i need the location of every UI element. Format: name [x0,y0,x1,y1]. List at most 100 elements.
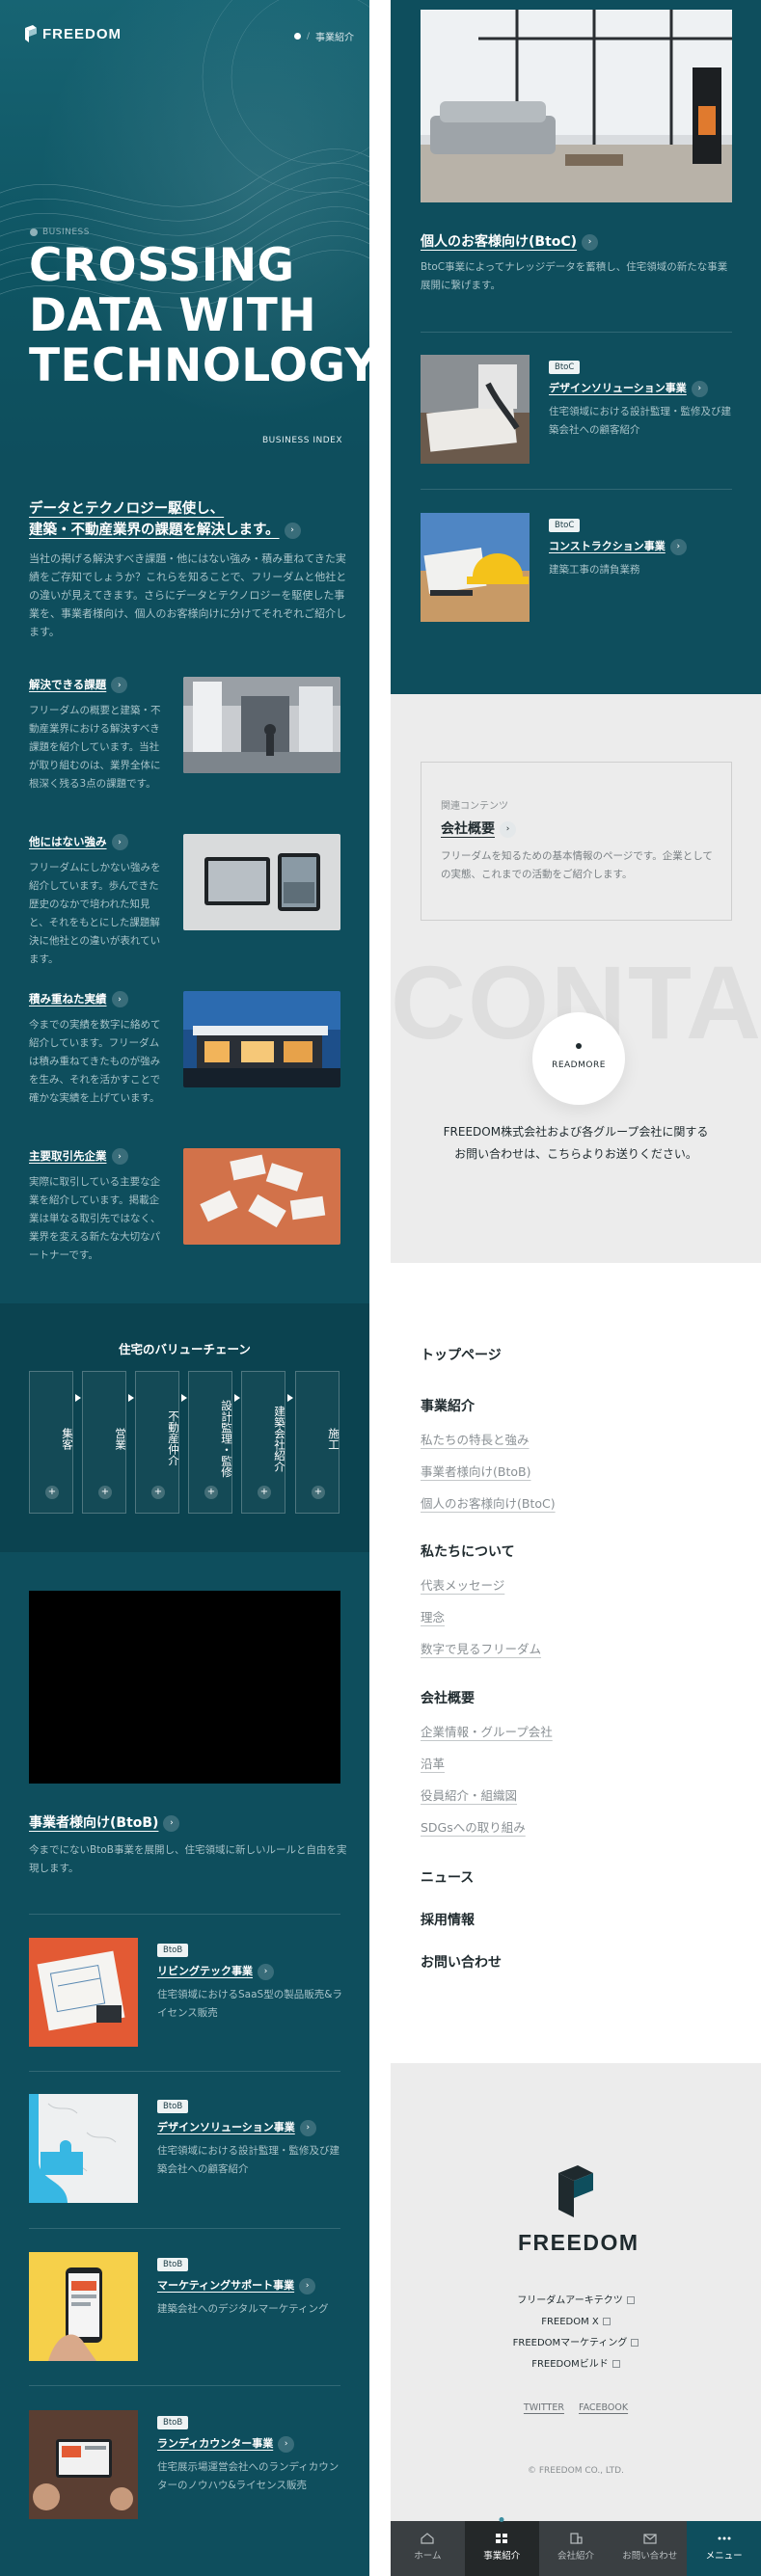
arrow-right-icon[interactable]: › [111,1148,128,1165]
nav-top[interactable]: トップページ [421,1345,502,1364]
nav-company[interactable]: 会社概要 [421,1688,475,1707]
feature-strengths[interactable]: 他にはない強み › フリーダムにしかない強みを紹介しています。歩んできた歴史のなか… [29,834,347,965]
arrow-right-icon [181,1394,187,1402]
value-chain-label: 営業 [114,1427,127,1450]
arrow-right-icon[interactable]: › [691,380,708,397]
feature-achievements[interactable]: 積み重ねた実績 › 今までの実績を数字に絡めて紹介しています。フリーダムは積み重ね… [29,991,347,1104]
feature-body: 実際に取引している主要な企業を紹介しています。掲載企業は単なる取引先ではなく、業… [29,1176,161,1261]
nav-link[interactable]: SDGsへの取り組み [421,1817,526,1836]
intro-body: 当社の掲げる解決すべき課題・他にはない強み・積み重ねてきた実績をご存知でしょうか… [29,552,347,638]
product-title[interactable]: ランディカウンター事業 › [157,2435,295,2453]
arrow-right-icon[interactable]: › [111,991,128,1007]
btoc-title[interactable]: 個人のお客様向け(BtoC) › [421,231,599,251]
arrow-right-icon[interactable]: › [299,2277,316,2294]
value-chain-item[interactable]: 不動産仲介 + [135,1371,180,1514]
nav-link[interactable]: 沿革 [421,1754,445,1772]
product-image-puzzle[interactable] [29,2094,138,2203]
readmore-button[interactable]: READMORE [532,1012,625,1105]
btob-title[interactable]: 事業者様向け(BtoB) › [29,1812,180,1832]
intro-heading[interactable]: データとテクノロジー駆使し、 建築・不動産業界の課題を解決します。 › [29,498,347,541]
product-image-blueprint[interactable] [29,1938,138,2047]
product-livingtech[interactable]: BtoB リビングテック事業 › 住宅領域におけるSaaS型の製品販売&ライセンス… [29,1938,347,2049]
feature-title[interactable]: 積み重ねた実績 › [29,991,128,1007]
twitter-link[interactable]: TWITTER [524,2402,564,2413]
nav-link[interactable]: 理念 [421,1607,445,1625]
product-title[interactable]: デザインソリューション事業 › [549,380,708,397]
plus-icon[interactable]: + [312,1486,325,1499]
nav-link[interactable]: 事業者様向け(BtoB) [421,1462,530,1480]
related-content-card[interactable]: 関連コンテンツ 会社概要 › フリーダムを知るための基本情報のページです。企業とし… [421,762,732,921]
product-image-smartphone[interactable] [29,2252,138,2361]
btob-video[interactable] [29,1591,340,1784]
product-design-solution-btoc[interactable]: BtoC デザインソリューション事業 › 住宅領域における設計監理・監修及び建築会… [421,355,739,466]
product-image-drawing[interactable] [421,355,530,464]
home-dot-icon[interactable] [293,33,301,40]
nav-link[interactable]: 代表メッセージ [421,1575,504,1594]
plus-icon[interactable]: + [151,1486,165,1499]
nav-inquiry[interactable]: お問い合わせ [421,1952,502,1972]
facebook-link[interactable]: FACEBOOK [579,2402,628,2413]
arrow-right-icon[interactable]: › [111,834,128,850]
feature-image-devices[interactable] [183,834,340,930]
arrow-right-icon[interactable]: › [500,820,516,838]
nav-news[interactable]: ニュース [421,1867,474,1887]
nav-business[interactable]: 事業紹介 [421,1396,475,1415]
value-chain-item[interactable]: 集客 + [29,1371,74,1514]
footer-link[interactable]: FREEDOMマーケティング [391,2333,761,2354]
arrow-right-icon[interactable]: › [582,233,599,251]
value-chain-item[interactable]: 施工 + [295,1371,340,1514]
product-construction[interactable]: BtoC コンストラクション事業 › 建築工事の請負業務 [421,513,739,624]
tab-company[interactable]: 会社紹介 [539,2521,613,2576]
related-title[interactable]: 会社概要 › [441,818,516,838]
feature-title[interactable]: 解決できる課題 › [29,677,128,693]
nav-recruit[interactable]: 採用情報 [421,1910,475,1929]
feature-image-office[interactable] [183,677,340,773]
feature-issues[interactable]: 解決できる課題 › フリーダムの概要と建築・不動産業界における解決すべき課題を紹介… [29,677,347,790]
tab-menu[interactable]: メニュー [687,2521,761,2576]
value-chain-item[interactable]: 設計監理・監修 + [188,1371,233,1514]
product-title[interactable]: コンストラクション事業 › [549,538,687,555]
tab-business[interactable]: 事業紹介 [464,2517,539,2576]
arrow-right-icon[interactable]: › [284,522,301,539]
product-landy-counter[interactable]: BtoB ランディカウンター事業 › 住宅展示場運営会社へのランディカウンターのノ… [29,2410,347,2521]
product-design-solution-btob[interactable]: BtoB デザインソリューション事業 › 住宅領域における設計監理・監修及び建築会… [29,2094,347,2205]
tab-contact[interactable]: お問い合わせ [612,2521,687,2576]
arrow-right-icon[interactable]: › [258,1963,274,1980]
value-chain-item[interactable]: 営業 + [82,1371,127,1514]
site-logo[interactable]: FREEDOM [23,25,122,42]
feature-partners[interactable]: 主要取引先企業 › 実際に取引している主要な企業を紹介しています。掲載企業は単なる… [29,1148,347,1261]
footer-link[interactable]: FREEDOMビルド [391,2354,761,2375]
arrow-right-icon[interactable]: › [669,538,687,555]
arrow-right-icon[interactable]: › [111,677,128,693]
arrow-right-icon[interactable]: › [299,2119,316,2136]
tab-home[interactable]: ホーム [391,2521,465,2576]
nav-about[interactable]: 私たちについて [421,1542,515,1561]
badge-btoc: BtoC [549,519,581,532]
product-image-helmet[interactable] [421,513,530,622]
nav-link[interactable]: 私たちの特長と強み [421,1430,530,1448]
feature-title[interactable]: 他にはない強み › [29,834,128,850]
arrow-right-icon[interactable]: › [278,2435,295,2453]
product-marketing-support[interactable]: BtoB マーケティングサポート事業 › 建築会社へのデジタルマーケティング [29,2252,347,2363]
product-image-tablet-meeting[interactable] [29,2410,138,2519]
arrow-right-icon[interactable]: › [163,1814,180,1832]
product-title[interactable]: リビングテック事業 › [157,1963,274,1980]
plus-icon[interactable]: + [45,1486,59,1499]
feature-title[interactable]: 主要取引先企業 › [29,1148,128,1165]
feature-image-business-cards[interactable] [183,1148,340,1245]
nav-link[interactable]: 個人のお客様向け(BtoC) [421,1493,556,1512]
plus-icon[interactable]: + [204,1486,218,1499]
nav-link[interactable]: 企業情報・グループ会社 [421,1722,553,1740]
product-title[interactable]: マーケティングサポート事業 › [157,2277,316,2294]
value-chain-item[interactable]: 建築会社紹介 + [241,1371,286,1514]
feature-image-house-night[interactable] [183,991,340,1087]
btoc-image-living-room[interactable] [421,10,732,202]
nav-link[interactable]: 数字で見るフリーダム [421,1639,541,1657]
footer-logo[interactable]: FREEDOM [518,2156,638,2255]
product-title[interactable]: デザインソリューション事業 › [157,2119,316,2136]
nav-link[interactable]: 役員紹介・組織図 [421,1785,517,1804]
footer-link[interactable]: フリーダムアーキテクツ [391,2291,761,2312]
footer-link[interactable]: FREEDOM X [391,2312,761,2333]
plus-icon[interactable]: + [98,1486,112,1499]
plus-icon[interactable]: + [258,1486,271,1499]
